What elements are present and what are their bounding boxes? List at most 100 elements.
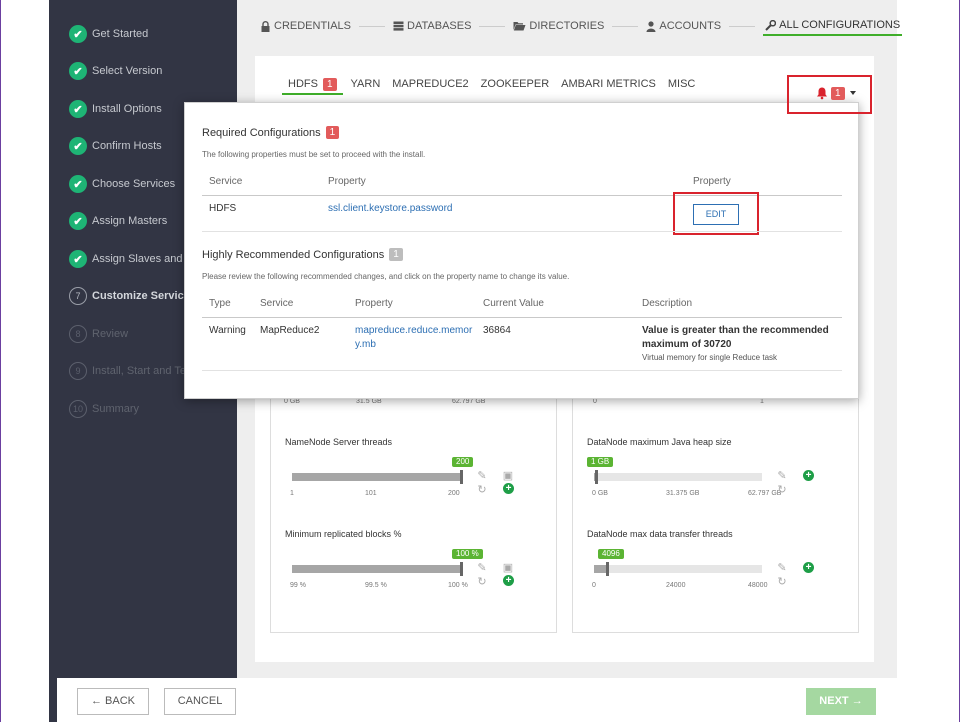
recommended-row-property-link-wrap[interactable]: y.mb <box>355 339 376 350</box>
wizard-step-label: Confirm Hosts <box>92 140 162 152</box>
alerts-dropdown[interactable]: 1 <box>815 86 856 100</box>
wizard-step: 10 Summary <box>69 399 139 419</box>
required-row-property-link[interactable]: ssl.client.keystore.password <box>328 203 453 214</box>
partial-tick-right-0: 0 <box>593 398 597 405</box>
recommended-row-description: Value is greater than the recommended <box>642 325 829 336</box>
slider-tick-label: 1 <box>290 490 294 497</box>
wizard-step[interactable]: ✔ Confirm Hosts <box>69 136 162 156</box>
add-override-icon[interactable]: + <box>503 575 514 586</box>
slider-handle[interactable] <box>460 562 463 576</box>
namenode-threads-title: NameNode Server threads <box>285 437 393 447</box>
check-circle-icon: ✔ <box>69 137 87 155</box>
pencil-icon[interactable]: ✎ <box>476 469 488 482</box>
nav-accounts[interactable]: ACCOUNTS <box>646 16 721 36</box>
tab-zookeeper[interactable]: ZOOKEEPER <box>481 74 549 94</box>
recommended-row-current-value: 36864 <box>483 325 511 336</box>
undo-icon[interactable]: ↻ <box>476 575 488 588</box>
nav-databases-label: DATABASES <box>407 20 472 32</box>
datanode-transfer-slider[interactable] <box>594 565 762 573</box>
add-override-icon[interactable]: + <box>803 562 814 573</box>
tab-mapreduce2[interactable]: MAPREDUCE2 <box>392 74 468 94</box>
slider-value-bubble: 200 <box>452 457 474 467</box>
wizard-step[interactable]: ✔ Select Version <box>69 61 162 81</box>
required-configs-title: Required Configurations <box>202 126 321 139</box>
pencil-icon[interactable]: ✎ <box>476 561 488 574</box>
slider-tick-label: 31.375 GB <box>666 490 700 497</box>
nav-directories[interactable]: DIRECTORIES <box>513 16 604 36</box>
slider-tick-label: 101 <box>365 490 377 497</box>
recommended-configs-heading: Highly Recommended Configurations 1 <box>202 248 403 261</box>
undo-icon[interactable]: ↻ <box>476 483 488 496</box>
slider-tick-label: 0 GB <box>592 490 608 497</box>
wizard-step[interactable]: 7 Customize Services <box>69 286 196 306</box>
recommended-configs-title: Highly Recommended Configurations <box>202 248 385 261</box>
tab-hdfs[interactable]: HDFS 1 <box>282 73 343 95</box>
check-circle-icon: ✔ <box>69 212 87 230</box>
datanode-heap-slider[interactable] <box>594 473 762 481</box>
wizard-step: 8 Review <box>69 324 128 344</box>
tab-ambari-metrics[interactable]: AMBARI METRICS <box>561 74 656 94</box>
step-number-icon: 8 <box>69 325 87 343</box>
lock-icon[interactable]: ▣ <box>502 469 514 482</box>
tab-hdfs-label: HDFS <box>288 78 318 90</box>
chevron-down-icon <box>849 91 856 95</box>
step-number-icon: 7 <box>69 287 87 305</box>
wizard-step[interactable]: ✔ Assign Slaves and C <box>69 249 194 269</box>
nav-credentials[interactable]: CREDENTIALS <box>260 16 351 36</box>
wizard-step-label: Assign Slaves and C <box>92 253 194 265</box>
partial-tick-left-1: 31.5 GB <box>356 398 382 405</box>
pencil-icon[interactable]: ✎ <box>776 469 788 482</box>
wizard-step-label: Review <box>92 328 129 340</box>
wizard-step[interactable]: ✔ Choose Services <box>69 174 175 194</box>
nav-credentials-label: CREDENTIALS <box>274 20 352 32</box>
nav-databases[interactable]: DATABASES <box>393 16 471 36</box>
lock-icon[interactable]: ▣ <box>502 561 514 574</box>
nav-all-configurations[interactable]: ALL CONFIGURATIONS <box>763 16 903 36</box>
check-circle-icon: ✔ <box>69 175 87 193</box>
lock-icon <box>261 20 270 32</box>
wizard-step[interactable]: ✔ Get Started <box>69 24 148 44</box>
namenode-threads-slider[interactable] <box>292 473 462 481</box>
alerts-count-badge: 1 <box>831 86 845 100</box>
recommended-row-property-link[interactable]: mapreduce.reduce.memor <box>355 325 472 336</box>
table-divider <box>202 231 842 232</box>
back-button[interactable]: ← BACK <box>77 688 149 715</box>
recommended-header-type: Type <box>209 298 231 309</box>
pencil-icon[interactable]: ✎ <box>776 561 788 574</box>
nav-separator <box>729 25 756 27</box>
step-number-icon: 10 <box>69 400 87 418</box>
partial-tick-right-1: 1 <box>760 398 764 405</box>
nav-separator <box>612 25 639 27</box>
required-configs-subtitle: The following properties must be set to … <box>202 150 426 159</box>
check-circle-icon: ✔ <box>69 250 87 268</box>
bell-icon <box>817 87 827 100</box>
slider-handle[interactable] <box>460 470 463 484</box>
recommended-row-description-wrap: maximum of 30720 <box>642 339 732 350</box>
slider-handle[interactable] <box>606 562 609 576</box>
required-row-service: HDFS <box>209 203 237 214</box>
wizard-step-label: Install, Start and Te <box>92 365 186 377</box>
slider-value-bubble: 1 GB <box>587 457 614 467</box>
cancel-button[interactable]: CANCEL <box>164 688 236 715</box>
wizard-step[interactable]: ✔ Install Options <box>69 99 162 119</box>
tab-misc[interactable]: MISC <box>668 74 696 94</box>
edit-button[interactable]: EDIT <box>693 204 739 225</box>
tab-yarn[interactable]: YARN <box>351 74 381 94</box>
slider-handle[interactable] <box>595 470 598 484</box>
slider-tick-label: 48000 <box>748 582 768 589</box>
undo-icon[interactable]: ↻ <box>776 575 788 588</box>
recommended-header-description: Description <box>642 298 693 309</box>
add-override-icon[interactable]: + <box>803 470 814 481</box>
wizard-step-label: Select Version <box>92 65 163 77</box>
slider-fill <box>292 565 462 573</box>
check-circle-icon: ✔ <box>69 62 87 80</box>
undo-icon[interactable]: ↻ <box>776 483 788 496</box>
wizard-step-label: Customize Services <box>92 290 196 302</box>
wizard-step[interactable]: ✔ Assign Masters <box>69 211 167 231</box>
add-override-icon[interactable]: + <box>503 483 514 494</box>
min-replicated-slider[interactable] <box>292 565 462 573</box>
nav-all-configurations-label: ALL CONFIGURATIONS <box>779 19 901 31</box>
required-header-action: Property <box>693 176 731 187</box>
slider-tick-label: 100 % <box>448 582 468 589</box>
next-button[interactable]: NEXT → <box>806 688 876 715</box>
